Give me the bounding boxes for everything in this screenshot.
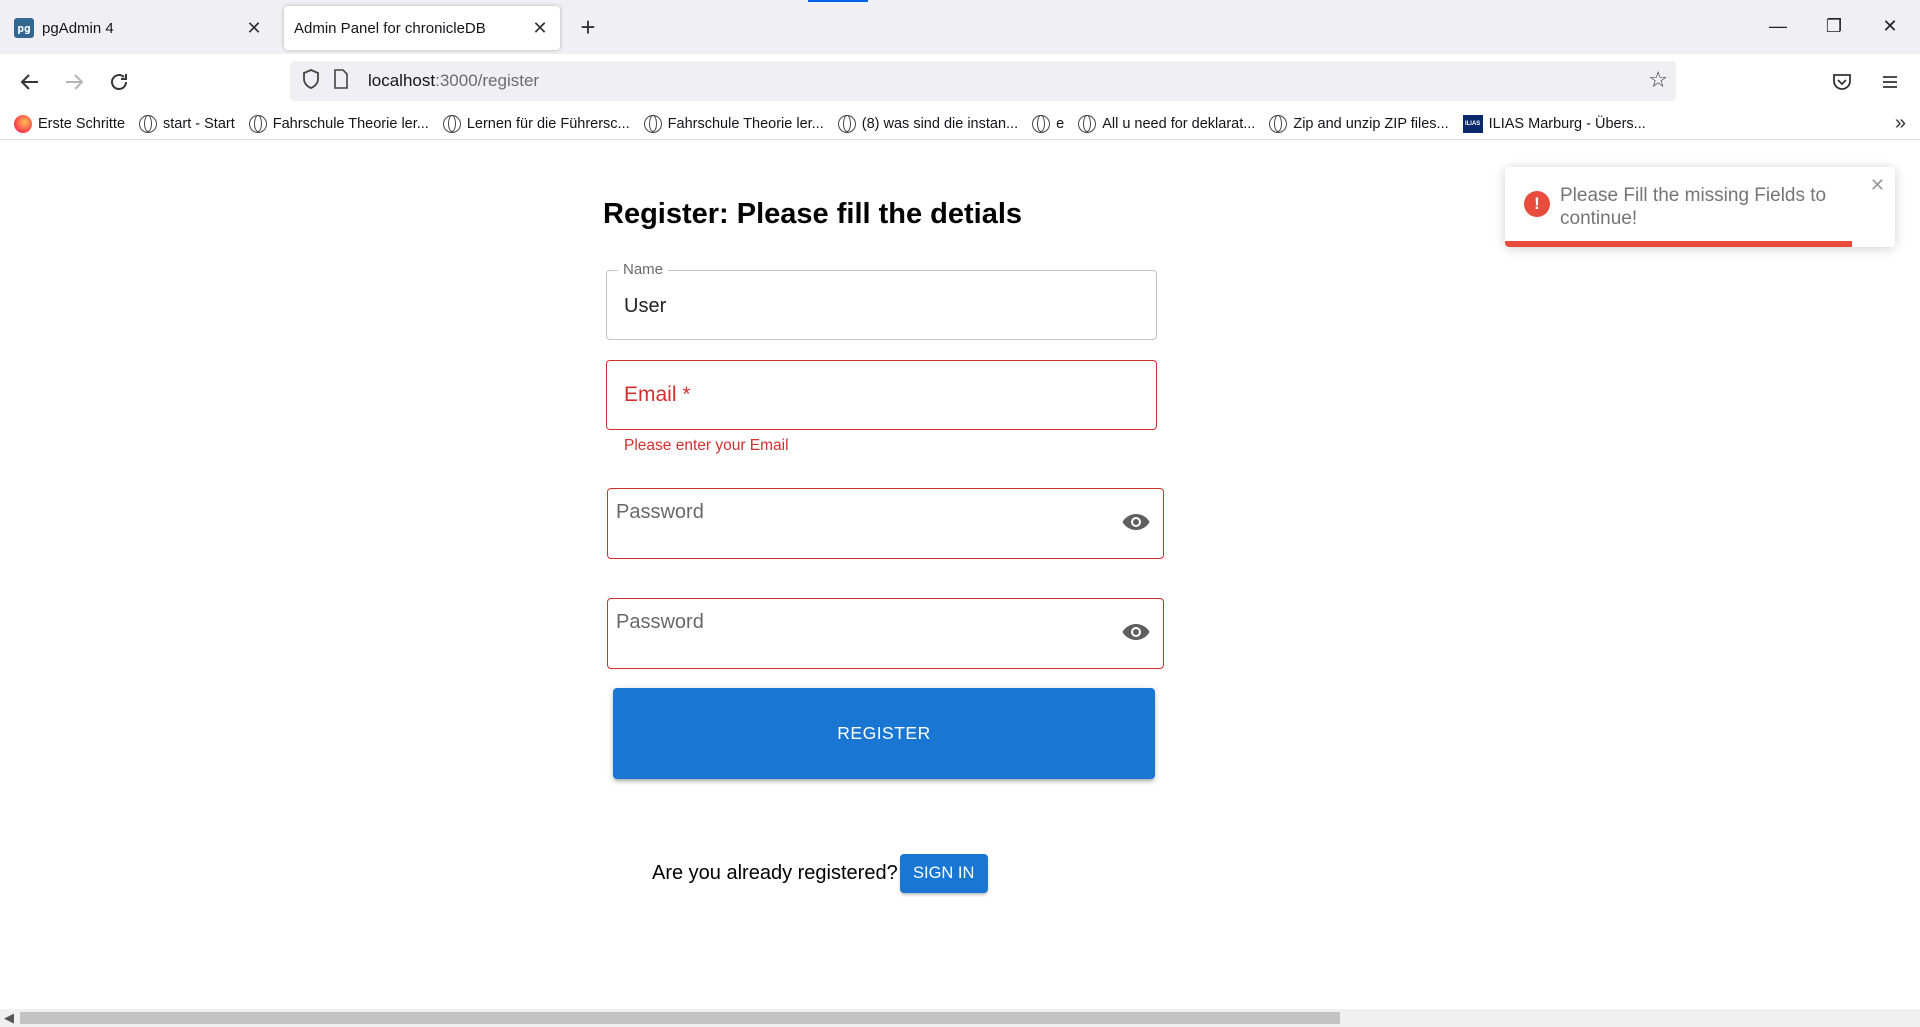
horizontal-scrollbar[interactable]: ◀ bbox=[0, 1009, 1920, 1027]
reload-icon[interactable] bbox=[101, 64, 137, 100]
bookmark-label: Fahrschule Theorie ler... bbox=[272, 115, 429, 132]
bookmark-label: Fahrschule Theorie ler... bbox=[667, 115, 824, 132]
tab-title: Admin Panel for chronicleDB bbox=[294, 19, 486, 37]
firefox-icon bbox=[14, 114, 32, 133]
signin-row: Are you already registered? SIGN IN bbox=[652, 854, 988, 893]
bookmark-label: ILIAS Marburg - Übers... bbox=[1488, 115, 1646, 132]
email-label: Email * bbox=[624, 383, 691, 406]
pocket-icon[interactable] bbox=[1824, 64, 1860, 100]
signin-prompt: Are you already registered? bbox=[652, 862, 898, 884]
globe-icon bbox=[837, 114, 856, 133]
visibility-toggle-icon[interactable] bbox=[1121, 621, 1151, 643]
globe-icon bbox=[1078, 114, 1097, 133]
page-title: Register: Please fill the detials bbox=[603, 198, 1023, 230]
register-button[interactable]: REGISTER bbox=[613, 688, 1155, 779]
email-field[interactable]: Email * bbox=[606, 360, 1157, 430]
menu-icon[interactable] bbox=[1872, 64, 1908, 100]
name-label: Name bbox=[618, 261, 669, 278]
bookmark-star-icon[interactable]: ☆ bbox=[1648, 67, 1668, 93]
bookmark-item[interactable]: start - Start bbox=[139, 114, 235, 133]
bookmark-label: e bbox=[1056, 115, 1065, 132]
url-host: localhost bbox=[368, 71, 436, 90]
bookmark-item[interactable]: e bbox=[1032, 114, 1065, 133]
scroll-left-icon[interactable]: ◀ bbox=[4, 1010, 14, 1026]
bookmark-item[interactable]: Zip and unzip ZIP files... bbox=[1269, 114, 1449, 133]
back-icon[interactable] bbox=[12, 64, 48, 100]
bookmark-label: Erste Schritte bbox=[38, 115, 126, 132]
error-toast[interactable]: ! Please Fill the missing Fields to cont… bbox=[1505, 167, 1895, 247]
nav-bar: localhost:3000/register ☆ bbox=[0, 54, 1920, 108]
bookmark-label: start - Start bbox=[163, 115, 235, 132]
name-field[interactable]: Name User bbox=[606, 261, 1157, 340]
password-field[interactable]: Password bbox=[607, 488, 1164, 559]
loading-indicator bbox=[808, 0, 868, 2]
ilias-icon: ILIAS bbox=[1462, 114, 1483, 133]
tab-pgadmin[interactable]: pg pgAdmin 4 ✕ bbox=[6, 6, 274, 50]
bookmark-item[interactable]: Lernen für die Führersc... bbox=[442, 114, 630, 133]
bookmark-item[interactable]: Fahrschule Theorie ler... bbox=[248, 114, 429, 133]
error-icon: ! bbox=[1524, 191, 1550, 217]
confirm-password-label: Password bbox=[616, 611, 704, 633]
restore-icon[interactable]: ❐ bbox=[1806, 6, 1862, 46]
pgadmin-favicon-icon: pg bbox=[14, 18, 34, 38]
email-error-text: Please enter your Email bbox=[624, 437, 789, 454]
tab-title: pgAdmin 4 bbox=[42, 19, 114, 37]
address-bar[interactable]: localhost:3000/register ☆ bbox=[290, 61, 1676, 101]
close-tab-icon[interactable]: ✕ bbox=[240, 14, 268, 42]
toast-close-icon[interactable]: ✕ bbox=[1870, 175, 1885, 196]
bookmark-item[interactable]: Erste Schritte bbox=[14, 114, 126, 133]
globe-icon bbox=[442, 114, 461, 133]
bookmark-label: (8) was sind die instan... bbox=[861, 115, 1019, 132]
globe-icon bbox=[1032, 114, 1051, 133]
globe-icon bbox=[139, 114, 158, 133]
tracking-shield-icon[interactable] bbox=[296, 68, 326, 94]
bookmark-label: Zip and unzip ZIP files... bbox=[1293, 115, 1449, 132]
bookmark-item[interactable]: All u need for deklarat... bbox=[1078, 114, 1256, 133]
visibility-toggle-icon[interactable] bbox=[1121, 511, 1151, 533]
globe-icon bbox=[643, 114, 662, 133]
url-text: localhost:3000/register bbox=[368, 71, 539, 91]
bookmark-item[interactable]: ILIAS ILIAS Marburg - Übers... bbox=[1462, 114, 1646, 133]
minimize-icon[interactable]: — bbox=[1750, 6, 1806, 46]
name-input-value: User bbox=[624, 295, 667, 317]
scrollbar-thumb[interactable] bbox=[20, 1012, 1340, 1024]
bookmark-label: Lernen für die Führersc... bbox=[466, 115, 630, 132]
forward-icon[interactable] bbox=[56, 64, 92, 100]
window-close-icon[interactable]: ✕ bbox=[1862, 6, 1918, 46]
globe-icon bbox=[248, 114, 267, 133]
close-tab-icon[interactable]: ✕ bbox=[526, 14, 554, 42]
more-bookmarks-icon[interactable]: » bbox=[1895, 112, 1906, 135]
bookmark-item[interactable]: Fahrschule Theorie ler... bbox=[643, 114, 824, 133]
bookmark-label: All u need for deklarat... bbox=[1102, 115, 1256, 132]
globe-icon bbox=[1269, 114, 1288, 133]
bookmarks-toolbar: Erste Schritte start - Start Fahrschule … bbox=[0, 108, 1920, 140]
page-info-icon[interactable] bbox=[326, 68, 356, 94]
confirm-password-field[interactable]: Password bbox=[607, 598, 1164, 669]
bookmark-item[interactable]: (8) was sind die instan... bbox=[837, 114, 1019, 133]
sign-in-button[interactable]: SIGN IN bbox=[899, 854, 988, 893]
new-tab-icon[interactable]: + bbox=[572, 12, 604, 44]
tab-admin-panel[interactable]: Admin Panel for chronicleDB ✕ bbox=[284, 6, 560, 50]
tab-bar: pg pgAdmin 4 ✕ Admin Panel for chronicle… bbox=[0, 0, 1920, 54]
password-label: Password bbox=[616, 501, 704, 523]
toast-message: Please Fill the missing Fields to contin… bbox=[1560, 185, 1827, 229]
page-content: Register: Please fill the detials Name U… bbox=[0, 141, 1920, 1009]
toast-progress-bar bbox=[1505, 241, 1853, 247]
url-path: :3000/register bbox=[435, 71, 540, 90]
